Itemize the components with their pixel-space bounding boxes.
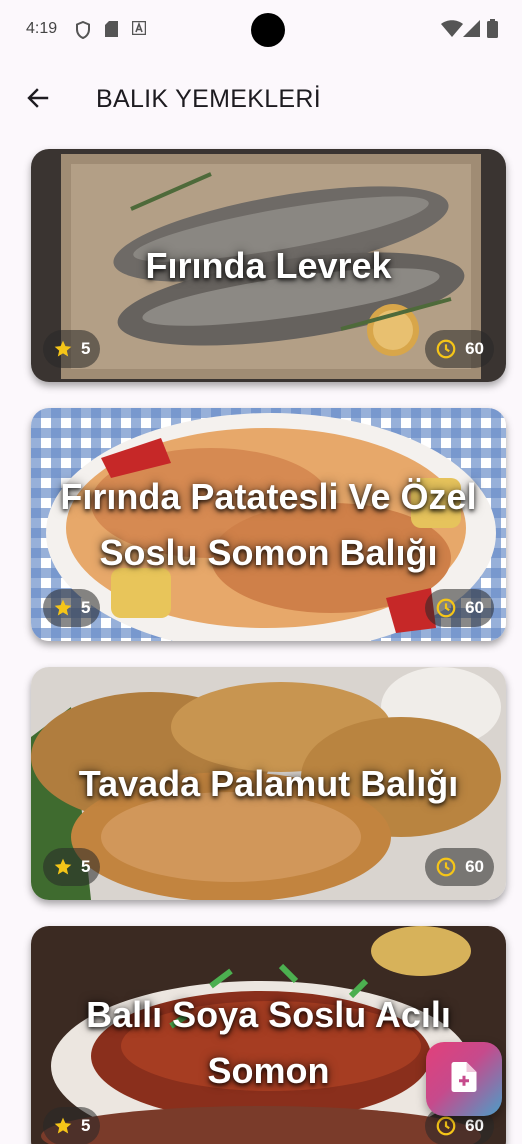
note-add-icon [451,1061,477,1097]
clock-icon [436,1116,456,1136]
rating-badge: 5 [43,848,101,886]
star-icon [54,599,72,616]
clock-icon [436,857,456,877]
add-recipe-button[interactable] [426,1042,502,1116]
rating-badge: 5 [43,1107,101,1144]
clock-icon [436,598,456,618]
status-bar: 4:19 [0,0,522,60]
rating-badge: 5 [43,589,101,627]
status-time: 4:19 [26,20,58,37]
star-icon [54,1117,72,1134]
battery-icon [487,19,498,43]
star-icon [54,340,72,357]
rating-value: 5 [81,857,91,876]
arrow-back-icon [26,86,50,115]
rating-value: 5 [81,1116,91,1135]
time-value: 60 [465,1116,484,1135]
recipe-card[interactable]: Fırında Levrek 5 60 [31,149,506,382]
rating-value: 5 [81,339,91,358]
recipe-list: Fırında Levrek 5 60 Fırında Patatesli Ve… [31,149,506,1144]
recipe-card[interactable]: Fırında Patatesli Ve Özel Soslu Somon Ba… [31,408,506,641]
star-icon [54,858,72,875]
rating-value: 5 [81,598,91,617]
time-value: 60 [465,598,484,617]
page-title: BALIK YEMEKLERİ [96,85,321,113]
time-badge: 60 [425,330,494,368]
time-value: 60 [465,857,484,876]
clock-icon [436,339,456,359]
text-a-icon [131,20,147,40]
recipe-card[interactable]: Tavada Palamut Balığı 5 60 [31,667,506,900]
sd-card-icon [105,21,118,42]
time-badge: 60 [425,848,494,886]
rating-badge: 5 [43,330,101,368]
signal-icon [463,20,480,43]
shield-icon [76,20,90,44]
time-value: 60 [465,339,484,358]
wifi-icon [441,20,463,43]
time-badge: 60 [425,589,494,627]
app-bar: BALIK YEMEKLERİ [0,60,522,140]
camera-cutout [251,13,285,47]
back-button[interactable] [18,80,58,120]
